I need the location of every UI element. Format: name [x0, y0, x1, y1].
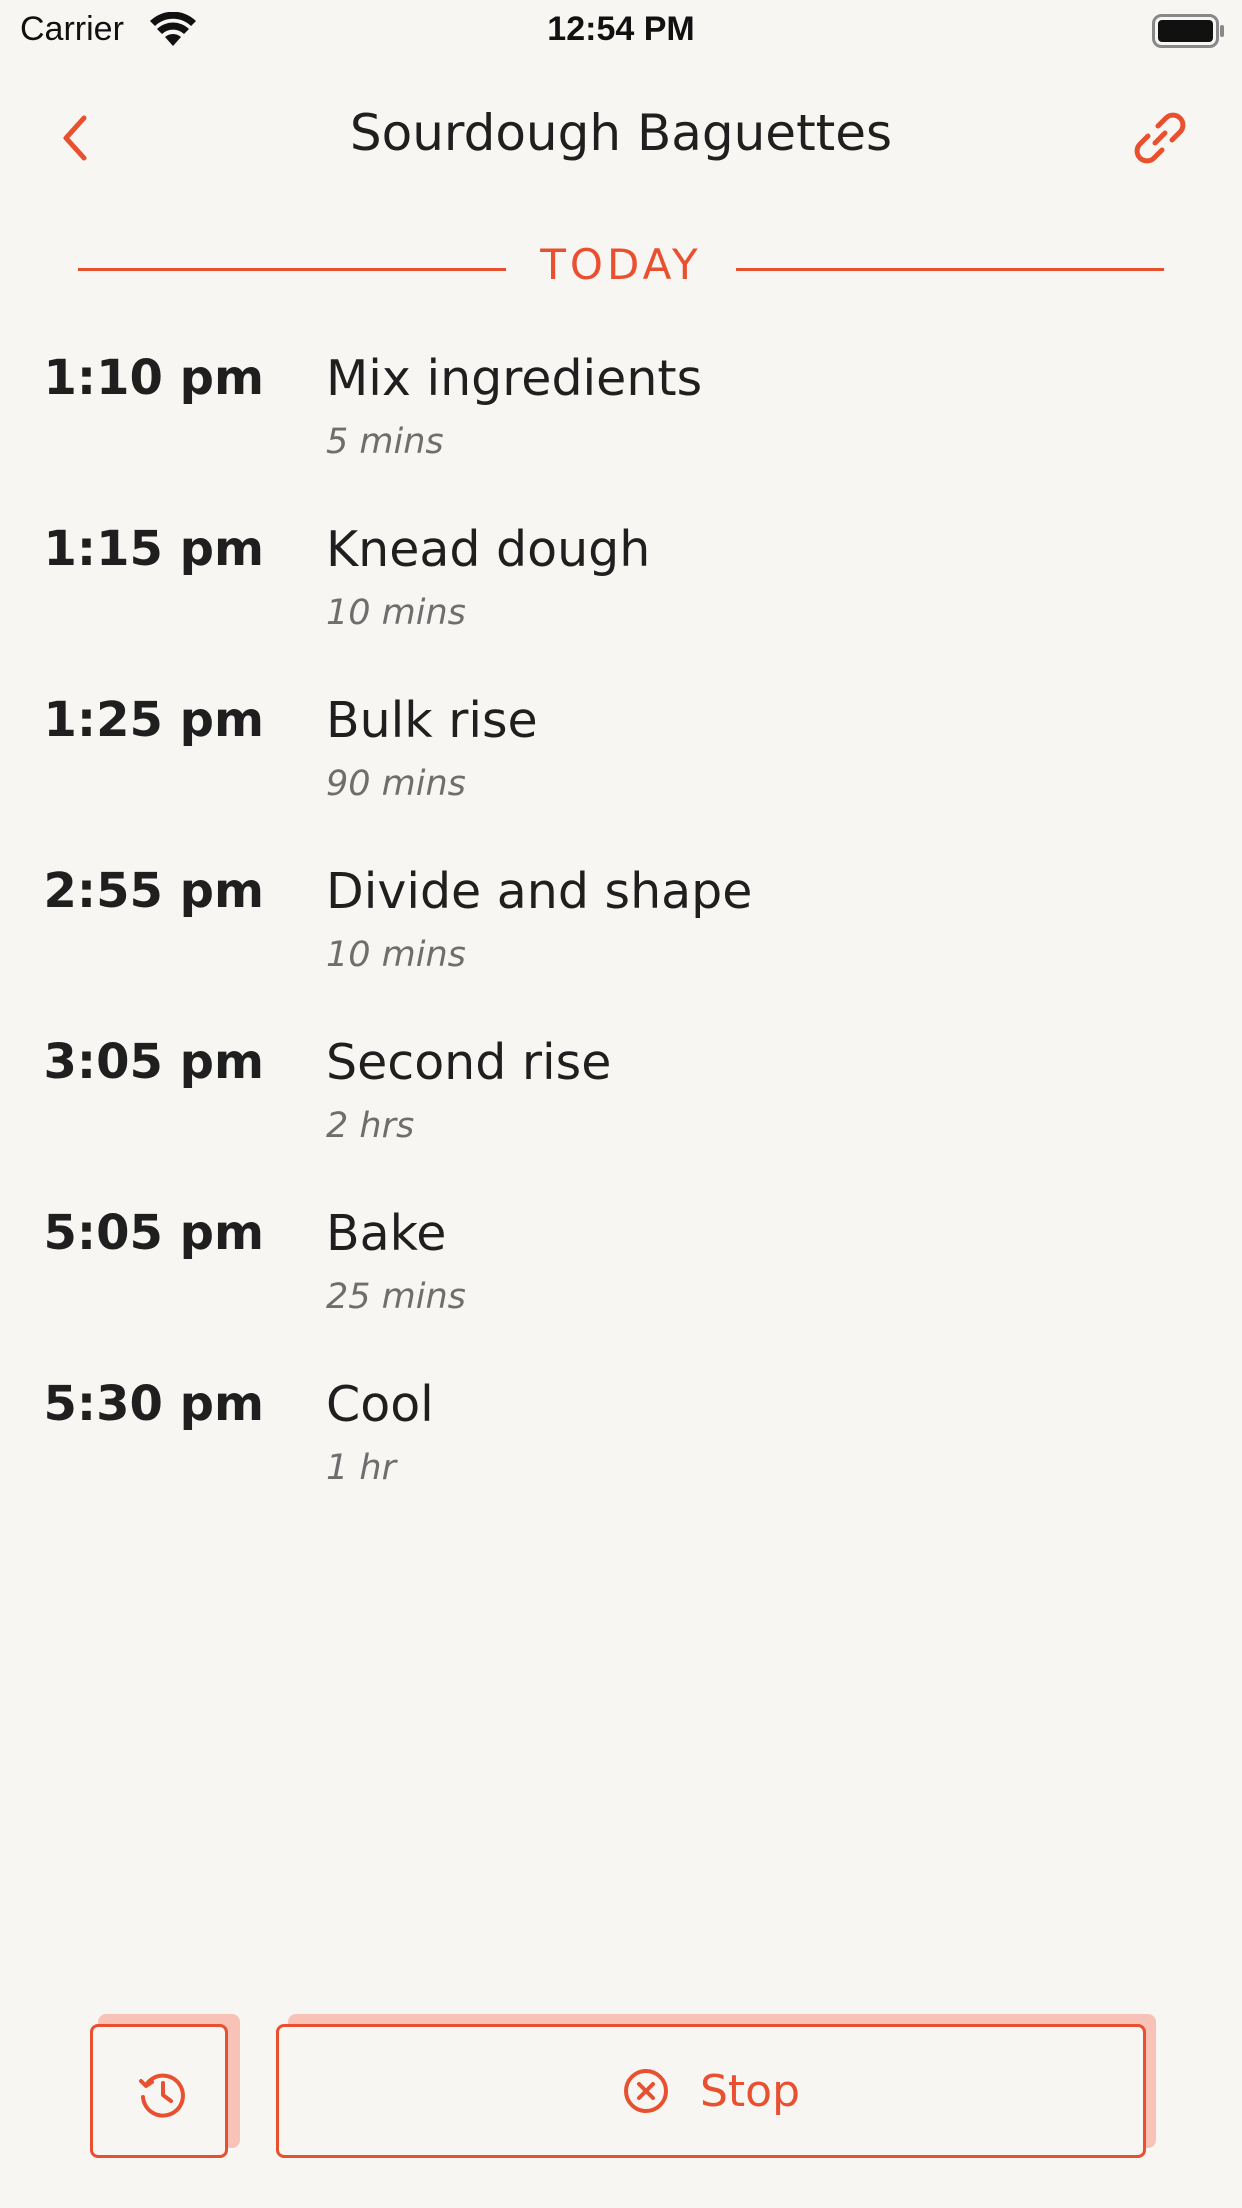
- step-time: 5:05 pm: [43, 1205, 264, 1261]
- day-label: TODAY: [540, 240, 702, 289]
- divider-line: [736, 268, 1164, 271]
- step-name: Bake: [326, 1205, 447, 1262]
- schedule-step[interactable]: 1:10 pm Mix ingredients 5 mins: [0, 340, 1242, 511]
- step-name: Cool: [326, 1376, 434, 1433]
- step-name: Mix ingredients: [326, 350, 703, 407]
- history-icon: [139, 2073, 185, 2118]
- day-divider: TODAY: [78, 240, 1164, 300]
- history-button[interactable]: [90, 2024, 228, 2158]
- schedule-step[interactable]: 5:05 pm Bake 25 mins: [0, 1195, 1242, 1366]
- step-name: Knead dough: [326, 521, 651, 578]
- bottom-action-bar: Stop: [0, 2010, 1242, 2170]
- step-time: 5:30 pm: [43, 1376, 264, 1432]
- step-name: Divide and shape: [326, 863, 753, 920]
- page-title: Sourdough Baguettes: [349, 104, 893, 162]
- battery-icon: [1152, 14, 1224, 48]
- status-bar: Carrier 12:54 PM: [0, 0, 1242, 60]
- schedule-step[interactable]: 3:05 pm Second rise 2 hrs: [0, 1024, 1242, 1195]
- stop-button-content: Stop: [279, 2027, 1143, 2155]
- step-duration: 1 hr: [326, 1448, 396, 1488]
- step-duration: 5 mins: [326, 422, 444, 462]
- step-duration: 10 mins: [326, 935, 466, 975]
- step-duration: 10 mins: [326, 593, 466, 633]
- schedule-step[interactable]: 1:15 pm Knead dough 10 mins: [0, 511, 1242, 682]
- step-time: 1:25 pm: [43, 692, 264, 748]
- schedule-step[interactable]: 2:55 pm Divide and shape 10 mins: [0, 853, 1242, 1024]
- step-time: 3:05 pm: [43, 1034, 264, 1090]
- step-duration: 25 mins: [326, 1277, 466, 1317]
- navigation-header: Sourdough Baguettes: [0, 90, 1242, 180]
- step-name: Second rise: [326, 1034, 612, 1091]
- share-link-button[interactable]: [1128, 106, 1192, 170]
- step-name: Bulk rise: [326, 692, 538, 749]
- step-duration: 90 mins: [326, 764, 466, 804]
- link-icon: [1134, 112, 1186, 164]
- schedule-step[interactable]: 5:30 pm Cool 1 hr: [0, 1366, 1242, 1537]
- cancel-circle-icon: [623, 2069, 668, 2113]
- divider-line: [78, 268, 506, 271]
- stop-label: Stop: [699, 2065, 801, 2117]
- step-duration: 2 hrs: [326, 1106, 415, 1146]
- step-time: 1:10 pm: [43, 350, 264, 406]
- step-time: 2:55 pm: [43, 863, 264, 919]
- step-time: 1:15 pm: [43, 521, 264, 577]
- schedule-list: 1:10 pm Mix ingredients 5 mins 1:15 pm K…: [0, 340, 1242, 1537]
- schedule-step[interactable]: 1:25 pm Bulk rise 90 mins: [0, 682, 1242, 853]
- stop-button[interactable]: Stop: [276, 2024, 1146, 2158]
- status-time: 12:54 PM: [547, 10, 695, 48]
